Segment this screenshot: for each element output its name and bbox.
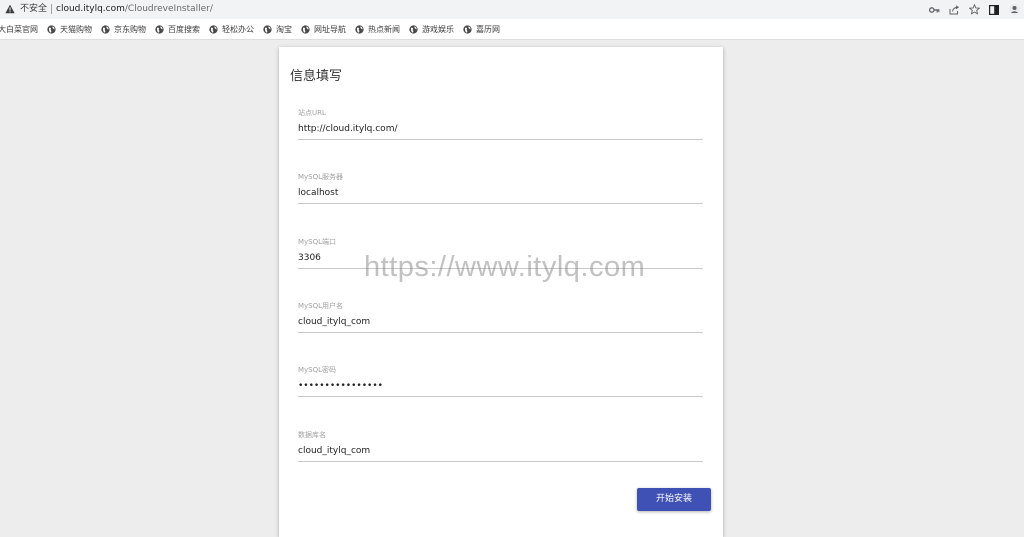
share-icon[interactable]	[948, 4, 960, 16]
bookmark-item[interactable]: 网址导航	[301, 22, 346, 38]
mysql-server-field: MySQL服务器	[298, 173, 703, 205]
bookmark-item[interactable]: 轻松办公	[209, 22, 254, 38]
address-bar[interactable]: 不安全 cloud.itylq.com/CloudreveInstaller/	[0, 0, 1024, 19]
profile-icon[interactable]	[1008, 4, 1020, 16]
globe-icon	[101, 25, 110, 34]
globe-icon	[301, 25, 310, 34]
bookmark-label: 百度搜索	[168, 25, 200, 34]
mysql-port-input[interactable]	[298, 249, 703, 267]
mysql-server-input[interactable]	[298, 184, 703, 202]
database-name-field: 数据库名	[298, 431, 703, 463]
globe-icon	[409, 25, 418, 34]
globe-icon	[355, 25, 364, 34]
url-path: /CloudreveInstaller/	[124, 4, 213, 14]
url-divider	[51, 4, 52, 14]
url-host: cloud.itylq.com	[56, 4, 125, 14]
mysql-password-input[interactable]	[298, 377, 703, 395]
mysql-user-field: MySQL用户名	[298, 302, 703, 334]
mysql-port-field: MySQL端口	[298, 238, 703, 270]
install-form-card: 信息填写 站点URL MySQL服务器 MySQL端口 MySQL用户名 MyS…	[279, 47, 723, 537]
site-url-field: 站点URL	[298, 109, 703, 141]
form-title: 信息填写	[290, 69, 343, 84]
mysql-user-label: MySQL用户名	[298, 302, 344, 310]
globe-icon	[463, 25, 472, 34]
url-text[interactable]: cloud.itylq.com/CloudreveInstaller/	[56, 3, 213, 15]
mysql-password-field: MySQL密码	[298, 366, 703, 398]
field-underline	[298, 332, 703, 333]
bookmark-label: 天猫购物	[60, 25, 92, 34]
bookmark-label: 热点新闻	[368, 25, 400, 34]
bookmark-item[interactable]: 嘉历网	[463, 22, 500, 38]
bookmark-label: 嘉历网	[476, 25, 500, 34]
bookmark-item[interactable]: 天猫购物	[47, 22, 92, 38]
mysql-server-label: MySQL服务器	[298, 173, 344, 181]
field-underline	[298, 203, 703, 204]
database-name-label: 数据库名	[298, 431, 326, 439]
bookmark-label: 大白菜官网	[0, 25, 38, 34]
bookmark-item[interactable]: 百度搜索	[155, 22, 200, 38]
mysql-port-label: MySQL端口	[298, 238, 337, 246]
field-underline	[298, 268, 703, 269]
site-url-input[interactable]	[298, 120, 703, 138]
bookmark-item[interactable]: 热点新闻	[355, 22, 400, 38]
database-name-input[interactable]	[298, 442, 703, 460]
bookmarks-bar: 大白菜官网 天猫购物 京东购物 百度搜索 轻松办公 淘宝 网址导航 热点新闻 游…	[0, 20, 1024, 39]
key-icon[interactable]	[928, 4, 940, 16]
browser-chrome: 不安全 cloud.itylq.com/CloudreveInstaller/	[0, 0, 1024, 40]
bookmark-label: 轻松办公	[222, 25, 254, 34]
security-label[interactable]: 不安全	[20, 3, 47, 15]
globe-icon	[263, 25, 272, 34]
globe-icon	[155, 25, 164, 34]
field-underline	[298, 396, 703, 397]
bookmark-label: 淘宝	[276, 25, 292, 34]
globe-icon	[209, 25, 218, 34]
bookmark-label: 游戏娱乐	[422, 25, 454, 34]
site-url-label: 站点URL	[298, 109, 326, 117]
start-install-button[interactable]: 开始安装	[637, 488, 711, 511]
bookmark-item[interactable]: 游戏娱乐	[409, 22, 454, 38]
toolbar-icons	[928, 2, 1020, 17]
bookmark-item[interactable]: 淘宝	[263, 22, 292, 38]
bookmark-item[interactable]: 京东购物	[101, 22, 146, 38]
field-underline	[298, 461, 703, 462]
side-panel-icon[interactable]	[988, 4, 1000, 16]
bookmark-item[interactable]: 大白菜官网	[0, 22, 38, 38]
mysql-password-label: MySQL密码	[298, 366, 337, 374]
field-underline	[298, 139, 703, 140]
globe-icon	[47, 25, 56, 34]
bookmark-label: 网址导航	[314, 25, 346, 34]
warning-icon[interactable]	[5, 4, 15, 14]
star-icon[interactable]	[968, 4, 980, 16]
mysql-user-input[interactable]	[298, 313, 703, 331]
bookmark-label: 京东购物	[114, 25, 146, 34]
